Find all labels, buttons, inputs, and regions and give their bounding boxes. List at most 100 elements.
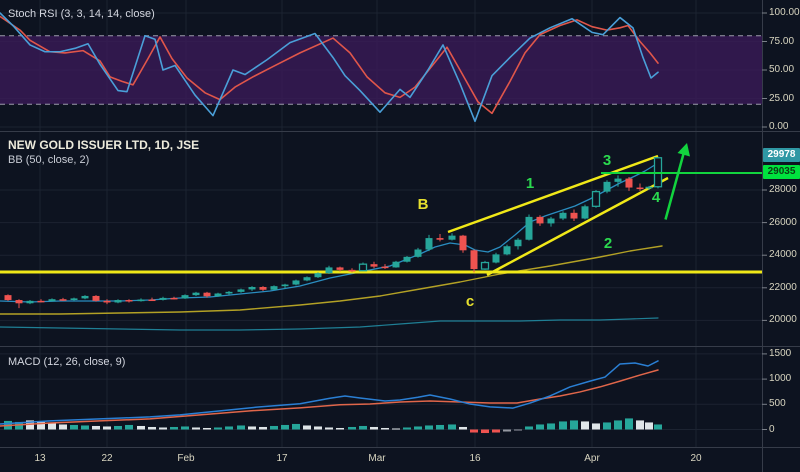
wave-label-3[interactable]: 3 (603, 152, 611, 169)
candle-body (137, 299, 145, 302)
macd-histogram-bar (425, 425, 433, 430)
macd-histogram-bar (59, 424, 67, 430)
macd-histogram-bar (181, 426, 189, 430)
candle-body (381, 266, 389, 269)
macd-histogram-bar (292, 423, 300, 430)
macd-histogram-bar (603, 422, 611, 430)
candle-body (581, 206, 589, 219)
macd-histogram-bar (125, 424, 133, 430)
macd-histogram-bar (514, 429, 522, 431)
candle-body (448, 235, 456, 240)
macd-histogram-bar (592, 423, 600, 430)
candle-body (192, 292, 200, 296)
y-tick-label: 26000 (769, 216, 797, 228)
x-tick-label: 13 (34, 453, 46, 464)
candle-body (370, 264, 378, 267)
candle-body (37, 300, 45, 303)
candle-body (514, 239, 522, 247)
macd-histogram-bar (237, 425, 245, 430)
y-tick-label: 0 (769, 423, 775, 435)
candle-body (259, 286, 267, 290)
candle-body (492, 254, 500, 263)
macd-histogram-bar (645, 422, 653, 430)
wave-label-1[interactable]: 1 (526, 175, 534, 192)
macd-histogram-bar (214, 427, 222, 430)
macd-title[interactable]: MACD (12, 26, close, 9) (8, 356, 125, 368)
candle-body (392, 261, 400, 268)
candle-body (114, 300, 122, 303)
macd-histogram-bar (414, 426, 422, 430)
macd-histogram-bar (503, 429, 511, 432)
candle-body (59, 299, 67, 301)
macd-histogram-bar (92, 425, 100, 430)
candle-body (480, 261, 490, 270)
wave-label-c[interactable]: c (466, 293, 474, 310)
symbol-title[interactable]: NEW GOLD ISSUER LTD, 1D, JSE (8, 138, 199, 152)
y-tick-label: 25.00 (769, 92, 795, 104)
candle-body (470, 250, 478, 270)
y-tick-label: 1500 (769, 347, 792, 359)
macd-histogram-bar (48, 423, 56, 430)
up-arrow-head[interactable] (677, 143, 691, 157)
candle-body (358, 263, 368, 272)
macd-histogram-bar (303, 425, 311, 430)
macd-histogram-bar (114, 425, 122, 430)
macd-histogram-bar (348, 426, 356, 430)
candle-body (170, 297, 178, 300)
up-arrow-drawing[interactable] (664, 151, 686, 220)
candle-body (237, 289, 245, 292)
wave-label-B[interactable]: B (418, 196, 429, 213)
y-tick-label: 500 (769, 398, 786, 410)
candle-body (203, 292, 211, 297)
candle-body (559, 212, 567, 219)
last-price-label: 29978 (763, 148, 800, 162)
candle-body (403, 256, 411, 262)
candle-body (15, 300, 23, 304)
candle-body (303, 277, 311, 281)
candle-body (92, 295, 100, 301)
macd-histogram-bar (325, 427, 333, 430)
candle-body (536, 216, 544, 224)
candle-body (547, 218, 555, 224)
candle-body (270, 286, 278, 290)
chart-canvas[interactable]: B1342c (0, 0, 800, 472)
wave-label-4[interactable]: 4 (652, 189, 661, 206)
macd-histogram-bar (281, 424, 289, 430)
macd-histogram-bar (459, 426, 467, 430)
x-tick-label: Apr (584, 453, 600, 464)
candle-body (636, 187, 644, 190)
macd-histogram-bar (636, 420, 644, 430)
ray-price-label: 29035 (763, 165, 800, 179)
candle-body (148, 299, 156, 302)
candle-body (48, 299, 56, 302)
candle-body (425, 238, 433, 250)
candle-body (591, 190, 601, 207)
candle-body (336, 267, 344, 270)
candle-body (181, 295, 189, 299)
candle-body (225, 291, 233, 294)
candle-body (214, 293, 222, 297)
macd-histogram-bar (259, 426, 267, 430)
candle-body (325, 267, 333, 274)
candle-body (292, 280, 300, 285)
macd-histogram-bar (570, 420, 578, 430)
macd-histogram-bar (81, 425, 89, 430)
macd-histogram-bar (403, 427, 411, 430)
macd-histogram-bar (159, 427, 167, 430)
candle-body (281, 284, 289, 287)
stoch-rsi-title[interactable]: Stoch RSI (3, 3, 14, 14, close) (8, 8, 155, 20)
macd-histogram-bar (170, 426, 178, 430)
macd-histogram-bar (581, 421, 589, 430)
macd-histogram-bar (559, 421, 567, 430)
macd-histogram-bar (448, 424, 456, 430)
x-tick-label: 20 (690, 453, 702, 464)
candle-body (570, 212, 578, 219)
bb-indicator-label[interactable]: BB (50, close, 2) (8, 154, 89, 166)
candle-body (614, 178, 622, 182)
y-tick-label: 100.00 (769, 7, 800, 18)
candle-body (459, 235, 467, 251)
macd-histogram-bar (381, 427, 389, 430)
y-tick-label: 28000 (769, 184, 797, 195)
wave-label-2[interactable]: 2 (604, 235, 612, 252)
macd-histogram-bar (314, 426, 322, 430)
